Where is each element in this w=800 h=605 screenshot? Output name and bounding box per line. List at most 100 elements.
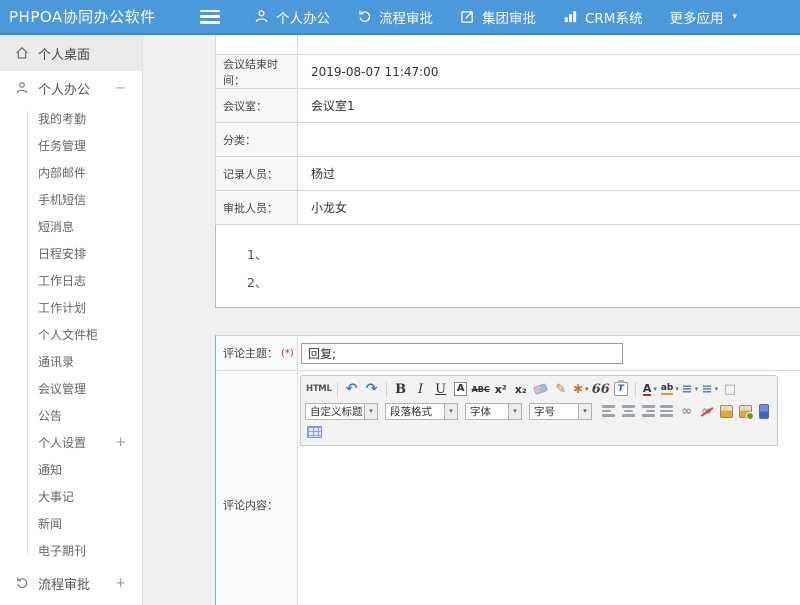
nav-personal-office[interactable]: 个人办公 — [254, 7, 330, 27]
align-center-icon[interactable] — [621, 403, 635, 419]
sidebar-item-label: 个人办公 — [38, 79, 90, 98]
content-area: 会议结束时间： 2019-08-07 11:47:00 会议室： 会议室1 分类… — [143, 35, 800, 605]
sidebar-item-label: 大事记 — [38, 488, 74, 505]
underline-button[interactable]: U — [431, 380, 451, 399]
sidebar-item-attendance[interactable]: 我的考勤 — [0, 105, 142, 132]
italic-button[interactable]: I — [411, 380, 431, 399]
heading-select[interactable]: 自定义标题▾ — [305, 403, 378, 420]
table-row-recorder: 记录人员： 杨过 — [215, 157, 800, 191]
sidebar-item-label: 工作日志 — [38, 272, 86, 289]
caret-down-icon: ▾ — [578, 404, 591, 419]
editor-content-area[interactable] — [300, 446, 778, 605]
field-label: 会议室： — [216, 89, 298, 122]
ordered-list-button[interactable]: ≡▾ — [680, 380, 700, 399]
field-label: 评论内容： — [223, 497, 278, 513]
field-label: 记录人员： — [216, 157, 298, 190]
expand-icon[interactable]: + — [115, 576, 126, 591]
sidebar-item-label: 通讯录 — [38, 353, 74, 370]
sidebar-item-notice[interactable]: 通知 — [0, 456, 142, 483]
sidebar-item-news[interactable]: 新闻 — [0, 510, 142, 537]
image-icon[interactable] — [720, 405, 733, 418]
toolbar-separator — [635, 382, 636, 397]
sidebar-item-label: 流程审批 — [38, 574, 90, 593]
sidebar-item-file-cabinet[interactable]: 个人文件柜 — [0, 321, 142, 348]
screenshot-icon[interactable] — [739, 405, 752, 418]
undo-button[interactable]: ↶ — [342, 380, 362, 399]
sidebar-item-internal-mail[interactable]: 内部邮件 — [0, 159, 142, 186]
sidebar-submenu: 我的考勤 任务管理 内部邮件 手机短信 短消息 日程安排 工作日志 工作计划 个… — [0, 103, 142, 564]
collapse-icon[interactable]: − — [115, 81, 126, 96]
format-brush-button[interactable]: ✎ — [551, 380, 571, 399]
bold-button[interactable]: B — [391, 380, 411, 399]
unordered-list-button[interactable]: ≡▾ — [700, 380, 720, 399]
sidebar-item-label: 个人设置 — [38, 434, 86, 451]
auto-typeset-button[interactable]: ✱▾ — [571, 380, 591, 399]
select-label: 字体 — [466, 404, 508, 419]
clipboard-icon: T — [614, 382, 628, 396]
sidebar-item-memorabilia[interactable]: 大事记 — [0, 483, 142, 510]
history-icon — [15, 576, 29, 590]
subscript-button[interactable]: x₂ — [511, 380, 531, 399]
sidebar-item-work-log[interactable]: 工作日志 — [0, 267, 142, 294]
font-size-select[interactable]: 字号▾ — [529, 403, 592, 420]
field-label: 分类： — [216, 123, 298, 156]
sidebar-item-contacts[interactable]: 通讯录 — [0, 348, 142, 375]
expand-icon[interactable]: + — [115, 435, 126, 450]
sidebar-item-label: 工作计划 — [38, 299, 86, 316]
link-button[interactable]: ∞ — [677, 402, 697, 421]
sidebar-item-desktop[interactable]: 个人桌面 — [0, 35, 142, 71]
nav-label: 更多应用 — [669, 7, 723, 27]
nav-workflow-approval[interactable]: 流程审批 — [357, 7, 433, 27]
menu-icon[interactable] — [200, 10, 220, 24]
sidebar-item-schedule[interactable]: 日程安排 — [0, 240, 142, 267]
sidebar-item-label: 新闻 — [38, 515, 62, 532]
sidebar-item-work-plan[interactable]: 工作计划 — [0, 294, 142, 321]
sidebar-item-personal-settings[interactable]: 个人设置 + — [0, 429, 142, 456]
blockquote-button[interactable]: 66 — [591, 380, 611, 399]
align-right-icon[interactable] — [640, 403, 654, 419]
sidebar-item-short-message[interactable]: 短消息 — [0, 213, 142, 240]
paste-plain-button[interactable]: T — [611, 380, 631, 399]
forecolor-button[interactable]: A — [451, 380, 471, 399]
sidebar-item-sms[interactable]: 手机短信 — [0, 186, 142, 213]
align-left-icon[interactable] — [602, 403, 616, 419]
new-page-button[interactable]: □ — [720, 380, 740, 399]
redo-button[interactable]: ↷ — [362, 380, 382, 399]
remove-format-button[interactable] — [531, 380, 551, 399]
nav-crm-system[interactable]: CRM系统 — [563, 7, 642, 27]
field-value: 杨过 — [298, 157, 800, 190]
minutes-line: 1、 — [247, 241, 800, 269]
paragraph-format-select[interactable]: 段落格式▾ — [385, 403, 458, 420]
superscript-button[interactable]: x² — [491, 380, 511, 399]
brand-logo[interactable]: PHPOA协同办公软件 — [0, 6, 188, 27]
sidebar-item-tasks[interactable]: 任务管理 — [0, 132, 142, 159]
sidebar-item-label: 手机短信 — [38, 191, 86, 208]
editor-toolbar-row2: 自定义标题▾ 段落格式▾ 字体▾ 字号▾ ∞ ∞ — [305, 401, 773, 421]
align-justify-icon[interactable] — [660, 403, 674, 419]
sidebar-item-e-journal[interactable]: 电子期刊 — [0, 537, 142, 564]
chart-icon — [563, 9, 578, 24]
highlight-color-button[interactable]: ab▾ — [660, 380, 680, 399]
sidebar-item-meeting-management[interactable]: 会议管理 — [0, 375, 142, 402]
font-family-select[interactable]: 字体▾ — [465, 403, 522, 420]
font-color-button[interactable]: A▾ — [640, 380, 660, 399]
nav-more-apps[interactable]: 更多应用 ▾ — [669, 7, 737, 27]
html-source-button[interactable]: HTML — [305, 380, 333, 399]
toolbar-separator — [337, 382, 338, 397]
media-icon[interactable] — [759, 404, 769, 419]
nav-label: 个人办公 — [276, 7, 330, 27]
caret-down-icon: ▾ — [732, 12, 737, 22]
sidebar-item-label: 通知 — [38, 461, 62, 478]
comment-content-label-cell: 评论内容： — [216, 371, 298, 605]
table-icon[interactable] — [307, 426, 322, 438]
caret-down-icon: ▾ — [364, 404, 377, 419]
nav-group-approval[interactable]: 集团审批 — [460, 7, 536, 27]
sidebar-item-personal-office[interactable]: 个人办公 − — [0, 73, 142, 103]
strikethrough-button[interactable]: ABC — [471, 380, 491, 399]
user-icon — [15, 81, 29, 95]
sidebar-item-announcement[interactable]: 公告 — [0, 402, 142, 429]
unlink-button[interactable]: ∞ — [697, 402, 717, 421]
sidebar-item-workflow-approval[interactable]: 流程审批 + — [0, 568, 142, 598]
comment-subject-row: 评论主题： (*) — [216, 336, 800, 371]
comment-subject-input[interactable] — [301, 343, 623, 364]
